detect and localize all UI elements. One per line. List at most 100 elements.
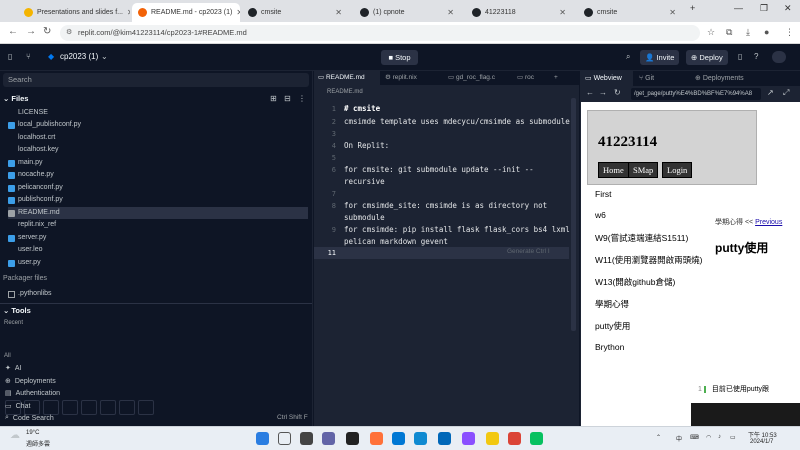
code-line[interactable]: for cmsimde: pip install flask flask_cor… [344, 225, 570, 234]
mail-icon[interactable] [392, 432, 405, 445]
devtools-icon[interactable]: ⤢ [783, 88, 789, 98]
packager-item[interactable]: .pythonlibs [8, 288, 308, 300]
line-icon[interactable] [530, 432, 543, 445]
menu-link[interactable]: putty使用 [595, 320, 630, 332]
close-icon[interactable]: ✕ [559, 8, 566, 17]
store-icon[interactable] [438, 432, 451, 445]
file-item[interactable]: nocache.py [8, 169, 308, 181]
menu-link[interactable]: 學期心得 [595, 298, 629, 310]
close-icon[interactable]: ✕ [236, 8, 240, 17]
recent-tool-slot[interactable] [138, 400, 154, 415]
close-icon[interactable]: ✕ [669, 8, 676, 17]
downloads-icon[interactable]: ⤓ [746, 27, 750, 38]
file-item[interactable]: main.py [8, 157, 308, 169]
file-item[interactable]: user.leo [8, 244, 308, 256]
new-folder-icon[interactable]: ⊟ [284, 94, 291, 103]
recent-tool-slot[interactable] [119, 400, 135, 415]
file-item[interactable]: user.py [8, 257, 308, 269]
file-item[interactable]: LICENSE [8, 107, 308, 119]
notifications-icon[interactable]: ▯ [738, 52, 742, 61]
search-icon[interactable] [278, 432, 291, 445]
browser-tab-active[interactable]: README.md - cp2023 (1) ✕ [132, 3, 240, 22]
input-method[interactable]: 中 [676, 434, 682, 443]
weather-icon[interactable]: ☁ [10, 430, 20, 441]
close-icon[interactable]: ✕ [127, 8, 130, 17]
browser-tab[interactable]: cmsite ✕ [578, 3, 682, 22]
tool-code-search[interactable]: ⌕ Code Search [5, 414, 54, 422]
tab-deployments[interactable]: ⊕ Deployments [691, 71, 757, 86]
chevron-down-icon[interactable]: ⌄ [101, 52, 108, 61]
search-input[interactable]: Search [3, 73, 309, 87]
packager-header[interactable]: Packager files [3, 275, 47, 282]
code-line[interactable]: cmsimde template uses mdecycu/cmsimde as… [344, 117, 570, 126]
more-icon[interactable]: ⋮ [298, 94, 306, 103]
help-icon[interactable]: ? [754, 52, 758, 61]
file-explorer-icon[interactable] [486, 432, 499, 445]
reload-icon[interactable]: ↻ [614, 88, 621, 97]
file-item[interactable]: local_publishconf.py [8, 119, 308, 131]
tool-ai[interactable]: ✦ AI [5, 364, 22, 373]
menu-icon[interactable]: ⋮ [785, 27, 794, 38]
code-line[interactable]: # cmsite [344, 104, 380, 113]
open-external-icon[interactable]: ↗ [767, 88, 774, 97]
menu-link[interactable]: W9(嘗試遠端連結S1511) [595, 232, 688, 244]
search-icon[interactable]: ⌕ [626, 52, 630, 62]
editor-tab[interactable]: ▭ roc [513, 71, 549, 85]
file-item[interactable]: localhost.key [8, 144, 308, 156]
breadcrumb[interactable]: README.md [327, 89, 363, 95]
files-header[interactable]: ⌄ Files [3, 94, 28, 103]
start-icon[interactable] [256, 432, 269, 445]
site-nav-home[interactable]: Home [598, 162, 629, 178]
code-line[interactable]: On Replit: [344, 141, 389, 150]
browser-tab[interactable]: Presentations and slides f...✕ [18, 3, 130, 22]
menu-link[interactable]: First [595, 189, 612, 199]
new-tab-button[interactable]: + [690, 3, 695, 13]
back-icon[interactable]: ← [586, 88, 594, 97]
new-editor-tab-button[interactable]: + [550, 71, 564, 85]
recent-tool-slot[interactable] [81, 400, 97, 415]
maximize-icon[interactable]: ❐ [760, 3, 768, 14]
recent-tool-slot[interactable] [100, 400, 116, 415]
file-item[interactable]: localhost.crt [8, 132, 308, 144]
site-nav-smap[interactable]: SMap [628, 162, 659, 178]
edge-icon[interactable] [414, 432, 427, 445]
browser-tab[interactable]: (1) cpnote ✕ [354, 3, 460, 22]
minimize-icon[interactable]: — [734, 3, 743, 13]
chrome-icon[interactable] [508, 432, 521, 445]
stop-button[interactable]: ■ Stop [381, 50, 418, 65]
menu-link[interactable]: W11(使用瀏覽器開啟兩頭燒) [595, 254, 703, 266]
profile-icon[interactable]: ● [764, 27, 769, 37]
task-view-icon[interactable] [300, 432, 313, 445]
recent-tool-slot[interactable] [43, 400, 59, 415]
menu-link[interactable]: W13(開啟github倉儲) [595, 276, 675, 288]
file-item-selected[interactable]: README.md [8, 207, 308, 219]
code-line-wrap[interactable]: recursive [344, 177, 385, 186]
close-icon[interactable]: ✕ [447, 8, 454, 17]
site-nav-login[interactable]: Login [662, 162, 693, 178]
invite-button[interactable]: 👤 Invite [640, 50, 680, 65]
file-item[interactable]: server.py [8, 232, 308, 244]
editor-scrollbar[interactable] [571, 98, 576, 331]
site-info-icon[interactable]: ⚙ [66, 25, 72, 41]
browser-tab[interactable]: 41223118 ✕ [466, 3, 572, 22]
forward-icon[interactable]: → [599, 88, 607, 97]
recent-tool-slot[interactable] [62, 400, 78, 415]
file-item[interactable]: replit.nix_ref [8, 219, 308, 231]
notion-icon[interactable] [346, 432, 359, 445]
new-file-icon[interactable]: ⊞ [270, 94, 277, 103]
editor-tab[interactable]: ▭ gd_roc_flag.c [444, 71, 512, 85]
tab-webview[interactable]: ▭ Webview [581, 71, 633, 86]
editor-tab[interactable]: ⚙ replit.nix [381, 71, 443, 85]
menu-link[interactable]: Brython [595, 342, 624, 352]
webview-url-input[interactable]: /get_page/putty%E4%BD%BF%E7%94%A8 [631, 88, 761, 100]
deploy-button[interactable]: ⊕ Deploy [686, 50, 728, 65]
previous-link[interactable]: Previous [755, 219, 782, 226]
code-line-wrap[interactable]: pelican markdown gevent [344, 237, 448, 246]
tool-deployments[interactable]: ⊕ Deployments [5, 377, 56, 386]
code-line[interactable]: for cmsite: git submodule update --init … [344, 165, 534, 174]
keyboard-icon[interactable]: ⌨ [690, 434, 699, 441]
forward-icon[interactable]: → [26, 26, 36, 37]
teams-icon[interactable] [322, 432, 335, 445]
battery-icon[interactable]: ▭ [730, 434, 736, 441]
url-input[interactable]: ⚙ replit.com/@kim41223114/cp2023-1#README… [60, 25, 700, 41]
